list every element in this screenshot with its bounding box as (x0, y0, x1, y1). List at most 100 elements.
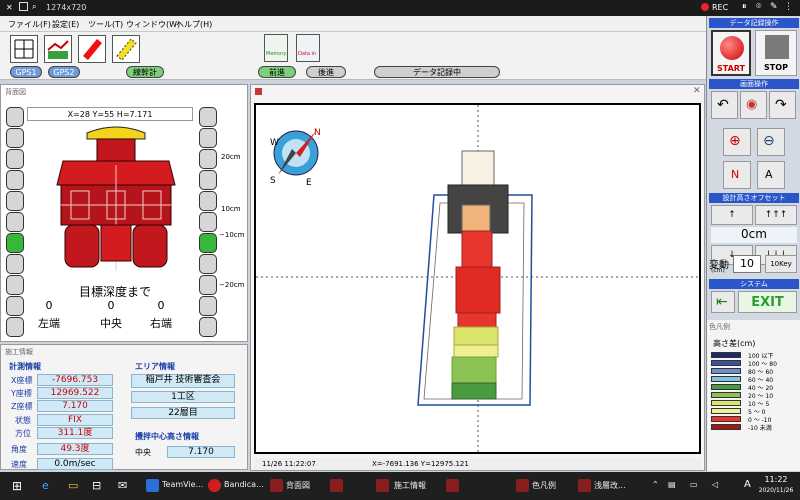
pause-icon[interactable]: ⏸ (742, 2, 747, 12)
legend-swatch (711, 352, 741, 358)
backward-button[interactable]: 後進 (306, 66, 346, 78)
zoom-in-button[interactable]: ⊕ (723, 128, 751, 156)
red-marker-tool-button[interactable] (78, 35, 106, 63)
recording-status-button[interactable]: データ記録中 (374, 66, 500, 78)
profile-tool-button[interactable] (44, 35, 72, 63)
change-input[interactable]: 10 (733, 255, 761, 273)
menu-bar: ファイル(F) 設定(E) ツール(T) ウィンドウ(W) ヘルプ(H) (0, 16, 706, 32)
stop-button[interactable]: STOP (755, 30, 797, 76)
tray-chevron-icon[interactable]: ⌃ (652, 480, 659, 489)
task-shallow[interactable]: 浅層改... (594, 480, 626, 491)
panel-close-icon[interactable]: ✕ (693, 86, 701, 96)
info-title: 施工情報 (5, 348, 33, 356)
search-icon[interactable]: ⌕ (32, 2, 36, 12)
zoom-in-icon: ⊕ (729, 133, 741, 149)
svg-text:W: W (270, 138, 279, 148)
left-edge-value: 0 (45, 299, 53, 312)
window-icon[interactable] (19, 2, 28, 11)
north-up-button[interactable]: N (723, 161, 751, 189)
depth-segment (6, 149, 24, 169)
start-button[interactable]: START (711, 30, 751, 76)
task-legend[interactable]: 色凡例 (532, 480, 556, 491)
stabilizer-machine-icon (56, 126, 176, 271)
rotate-left-button[interactable]: ↶ (711, 91, 738, 119)
close-icon[interactable]: ✕ (6, 3, 13, 12)
mail-icon[interactable]: ✉ (118, 479, 127, 492)
center-height-value: 7.170 (167, 446, 235, 458)
zoom-out-button[interactable]: ⊖ (757, 128, 785, 156)
offset-up-3-button[interactable]: ↑↑↑ (755, 205, 797, 225)
status-coords: X=-7691.136 Y=12975.121 (372, 460, 469, 468)
memory-button[interactable]: Memory (264, 34, 288, 62)
depth-segment (6, 296, 24, 316)
legend-swatch (711, 424, 741, 430)
rotate-left-icon: ↶ (717, 97, 729, 113)
plan-view-canvas[interactable]: W S E N (254, 103, 701, 454)
more-icon[interactable]: ⋮ (784, 2, 793, 12)
area-layer: 22層目 (131, 407, 235, 419)
ime-indicator[interactable]: A (744, 479, 751, 490)
tray-battery-icon[interactable]: ▭ (690, 480, 698, 489)
legend-title: 色凡例 (709, 323, 730, 331)
gps2-button[interactable]: GPS2 (48, 66, 80, 78)
yellow-marker-tool-button[interactable] (112, 35, 140, 63)
x-value: -7696.753 (37, 374, 113, 386)
folder-icon[interactable]: ▭ (68, 479, 78, 492)
depth-segment (6, 170, 24, 190)
pen-icon[interactable]: ✎ (770, 2, 778, 12)
menu-help[interactable]: ヘルプ(H) (176, 19, 212, 30)
speed-label: 速度 (11, 460, 27, 469)
red-record-icon (720, 36, 744, 60)
forward-button[interactable]: 前進 (258, 66, 296, 78)
teamviewer-icon (146, 479, 159, 492)
svg-text:N: N (314, 128, 321, 138)
data-in-button[interactable]: Data in (296, 34, 320, 62)
task-bandicam[interactable]: Bandica... (224, 480, 264, 489)
menu-tools[interactable]: ツール(T) (88, 19, 123, 30)
north-up-icon: N (731, 168, 740, 181)
menu-file[interactable]: ファイル(F) (8, 19, 51, 30)
toolbar: GPS1 GPS2 線幹計 Memory Data in 前進 後進 データ記録… (0, 32, 706, 80)
store-icon[interactable]: ⊟ (92, 479, 101, 492)
task-teamviewer[interactable]: TeamVie... (162, 480, 203, 489)
offset-up-1-button[interactable]: ↑ (711, 205, 753, 225)
grid-tool-button[interactable] (10, 35, 38, 63)
clock-date[interactable]: 2020/11/26 (756, 487, 796, 494)
tray-network-icon[interactable]: ▤ (668, 480, 676, 489)
tray-speaker-icon[interactable]: ◁ (712, 480, 718, 489)
center-height-label: 中央 (135, 448, 151, 457)
task-back-view[interactable]: 背面図 (286, 480, 310, 491)
offset-value: 0cm (711, 227, 797, 243)
area-name: 稲戸井 技術審査会 (131, 374, 235, 388)
exit-icon-button[interactable]: ⇤ (711, 291, 735, 313)
depth-segment (199, 128, 217, 148)
recorder-bar: ✕ ⌕ 1274x720 REC ⏸ ⌾ ✎ ⋮ (0, 0, 800, 16)
task-construction-info[interactable]: 施工情報 (394, 480, 426, 491)
y-label: Y座標 (11, 389, 32, 398)
calibration-button[interactable]: 線幹計 (126, 66, 164, 78)
heading-up-button[interactable]: A (757, 161, 785, 189)
taskbar: ⊞ e ▭ ⊟ ✉ TeamVie... Bandica... 背面図 施工情報… (0, 472, 800, 500)
camera-icon[interactable]: ⌾ (756, 2, 761, 12)
rec-indicator[interactable]: REC (701, 3, 728, 12)
rotate-right-button[interactable]: ↷ (769, 91, 796, 119)
menu-settings[interactable]: 設定(E) (52, 19, 79, 30)
state-value: FIX (37, 414, 113, 426)
azimuth-value: 311.1度 (37, 427, 113, 439)
height-cells (447, 150, 509, 400)
scale-20cm: 20cm (221, 153, 241, 161)
edge-icon[interactable]: e (42, 479, 49, 492)
tenkey-button[interactable]: 10Key (765, 255, 797, 273)
gps1-button[interactable]: GPS1 (10, 66, 42, 78)
exit-door-icon: ⇤ (716, 294, 728, 310)
exit-button[interactable]: EXIT (738, 291, 797, 313)
legend-swatch (711, 400, 741, 406)
depth-segment (6, 191, 24, 211)
change-unit: (cm) (711, 267, 725, 274)
depth-segment (6, 128, 24, 148)
clock-time[interactable]: 11:22 (758, 475, 794, 484)
back-view-panel: 背面図 X=28 Y=55 H=7.171 20cm 10cm −10cm −2… (0, 84, 248, 342)
center-view-button[interactable]: ◉ (740, 91, 767, 119)
menu-window[interactable]: ウィンドウ(W) (126, 19, 180, 30)
windows-start-icon[interactable]: ⊞ (12, 479, 22, 493)
